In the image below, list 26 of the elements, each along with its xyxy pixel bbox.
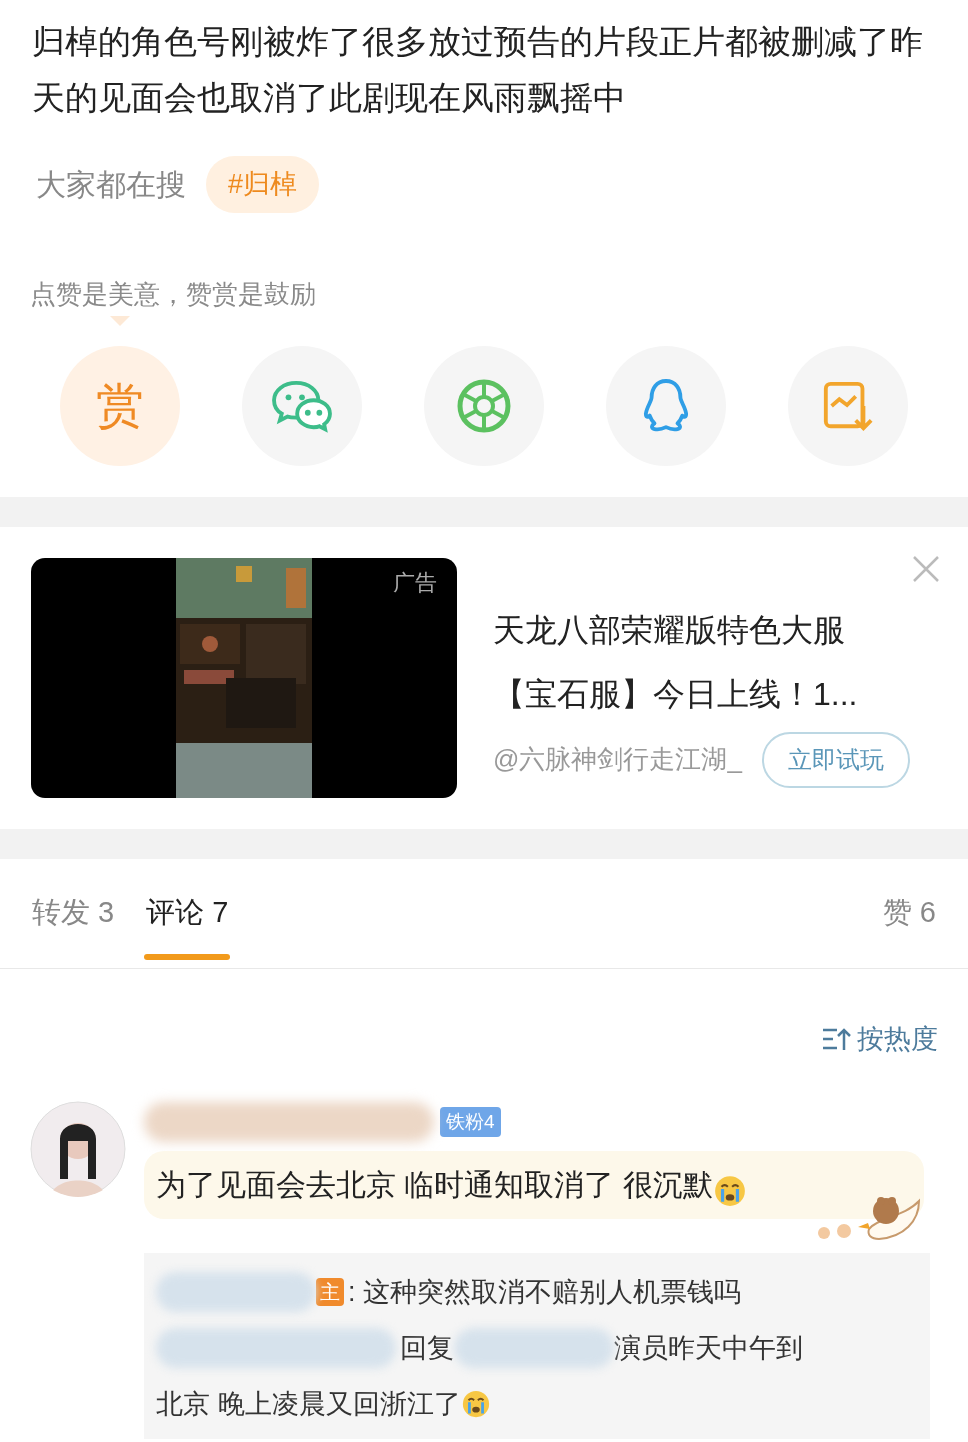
try-now-button[interactable]: 立即试玩	[761, 731, 910, 788]
crying-emoji-icon	[460, 1389, 491, 1419]
trending-label: 大家都在搜	[36, 166, 186, 203]
reply-text: 北京 晚上凌晨又回浙江了	[156, 1388, 461, 1421]
close-icon	[912, 554, 940, 583]
reply-word: 回复	[400, 1332, 454, 1365]
sort-button[interactable]: 按热度	[821, 1018, 938, 1059]
post-text: 归棹的角色号刚被炸了很多放过预告的片段正片都被删减了昨天的见面会也取消了此剧现在风雨飘摇中	[31, 22, 924, 118]
ad-author: @六脉神剑行走江湖_	[493, 743, 742, 776]
fan-badge: 铁粉4	[440, 1106, 501, 1138]
reply-text: : 这种突然取消不赔别人机票钱吗	[348, 1276, 741, 1309]
reply-text: 演员昨天中午到	[614, 1332, 803, 1365]
reward-hint: 点赞是美意，赞赏是鼓励	[29, 277, 317, 311]
aperture-icon	[456, 377, 512, 434]
ad-label: 广告	[393, 568, 437, 597]
pointer-icon	[110, 315, 130, 326]
comment-text: 为了见面会去北京 临时通知取消了 很沉默	[156, 1167, 713, 1203]
tab[interactable]: 评论 7	[146, 858, 229, 968]
hashtag-chip[interactable]: #归棹	[206, 156, 320, 213]
like-count[interactable]: 赞 6	[882, 891, 936, 935]
tab[interactable]: 转发 3	[32, 858, 115, 968]
chat-bubbles-icon	[271, 378, 333, 433]
ad-title: 天龙八部荣耀版特色大服【宝石服】今日上线！1...	[493, 610, 859, 714]
author-badge: 主	[316, 1278, 344, 1306]
reward-button[interactable]: 赏	[60, 345, 180, 466]
crying-emoji-icon	[712, 1173, 747, 1208]
